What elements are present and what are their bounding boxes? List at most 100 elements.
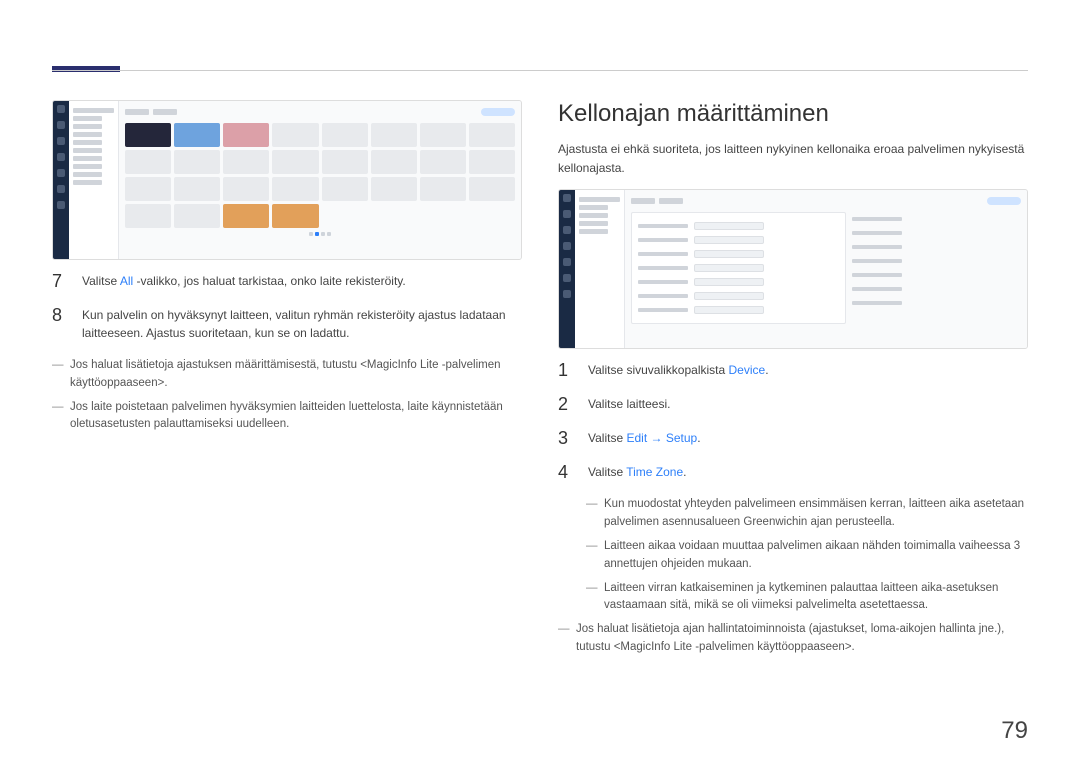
tree-item <box>73 116 102 121</box>
tree-item <box>73 172 102 177</box>
right-column: Kellonajan määrittäminen Ajastusta ei eh… <box>558 100 1028 743</box>
device-thumb <box>272 123 318 147</box>
page-dot <box>321 232 325 236</box>
note-item: ― Laitteen virran katkaiseminen ja kytke… <box>586 580 1028 616</box>
step-pre: Valitse sivuvalikkopalkista <box>588 363 729 377</box>
device-thumb <box>174 150 220 174</box>
nav-icon <box>563 242 571 250</box>
section-intro: Ajastusta ei ehkä suoriteta, jos laittee… <box>558 140 1028 177</box>
device-thumb <box>272 177 318 201</box>
page-number: 79 <box>1001 717 1028 745</box>
form-row <box>638 289 839 303</box>
form-row <box>638 275 839 289</box>
screenshot-device-grid <box>52 100 522 260</box>
list-row <box>852 296 1022 310</box>
form-row <box>638 233 839 247</box>
device-thumb <box>371 123 417 147</box>
dash-icon: ― <box>586 496 604 532</box>
section-title: Kellonajan määrittäminen <box>558 100 1028 128</box>
step-2: 2 Valitse laitteesi. <box>558 395 1028 415</box>
nav-icon <box>57 105 65 113</box>
form-row <box>638 303 839 317</box>
device-thumb <box>272 204 318 228</box>
pagination <box>125 232 515 240</box>
device-thumb <box>125 123 171 147</box>
list-row <box>852 282 1022 296</box>
note-item: ― Jos haluat lisätietoja ajan hallintato… <box>558 621 1028 657</box>
device-thumb <box>420 177 466 201</box>
step-text: Valitse Time Zone. <box>588 463 1028 483</box>
step-text: Valitse All -valikko, jos haluat tarkist… <box>82 272 522 292</box>
screenshot-time-setup <box>558 189 1028 349</box>
note-text: Kun muodostat yhteyden palvelimeen ensim… <box>604 496 1028 532</box>
step-pre: Valitse <box>82 274 120 288</box>
tree-item <box>73 156 102 161</box>
tree-item <box>73 140 102 145</box>
tree-item <box>579 213 608 218</box>
nav-icon <box>563 210 571 218</box>
note-text: Jos haluat lisätietoja ajan hallintatoim… <box>576 621 1028 657</box>
step-text: Valitse Edit → Setup. <box>588 429 1028 449</box>
device-thumb <box>272 150 318 174</box>
step-4: 4 Valitse Time Zone. <box>558 463 1028 483</box>
step-post: . <box>765 363 768 377</box>
tree-item <box>579 205 608 210</box>
link-time-zone: Time Zone <box>626 465 683 479</box>
note-text: Laitteen aikaa voidaan muuttaa palvelime… <box>604 538 1028 574</box>
link-setup: Setup <box>666 431 697 445</box>
nav-icon <box>563 226 571 234</box>
link-all: All <box>120 274 133 288</box>
nav-icon <box>563 290 571 298</box>
nav-icon <box>57 201 65 209</box>
right-endnote: ― Jos haluat lisätietoja ajan hallintato… <box>558 621 1028 657</box>
nav-icon <box>57 153 65 161</box>
device-thumb <box>174 123 220 147</box>
tree-item <box>579 229 608 234</box>
nav-icon <box>57 185 65 193</box>
app-tree-panel <box>575 190 625 348</box>
link-device: Device <box>729 363 766 377</box>
nav-icon <box>563 258 571 266</box>
form-panel <box>631 212 846 324</box>
step-8: 8 Kun palvelin on hyväksynyt laitteen, v… <box>52 306 522 343</box>
device-thumb <box>469 123 515 147</box>
note-item: ― Jos haluat lisätietoja ajastuksen määr… <box>52 357 522 393</box>
toolbar-label <box>631 198 655 204</box>
device-thumb <box>174 204 220 228</box>
nav-icon <box>57 169 65 177</box>
list-row <box>852 212 1022 226</box>
note-item: ― Jos laite poistetaan palvelimen hyväks… <box>52 399 522 435</box>
app-main-form <box>625 190 1027 348</box>
device-thumb <box>371 150 417 174</box>
toolbar-label <box>659 198 683 204</box>
toolbar-label <box>125 109 149 115</box>
note-item: ― Kun muodostat yhteyden palvelimeen ens… <box>586 496 1028 532</box>
step-number: 3 <box>558 429 572 449</box>
step-post: -valikko, jos haluat tarkistaa, onko lai… <box>133 274 406 288</box>
left-steps: 7 Valitse All -valikko, jos haluat tarki… <box>52 272 522 343</box>
tree-item <box>73 124 102 129</box>
step-number: 7 <box>52 272 66 292</box>
device-thumb <box>322 123 368 147</box>
nav-icon <box>563 274 571 282</box>
left-notes: ― Jos haluat lisätietoja ajastuksen määr… <box>52 357 522 434</box>
note-text: Jos laite poistetaan palvelimen hyväksym… <box>70 399 522 435</box>
list-row <box>852 240 1022 254</box>
note-text: Laitteen virran katkaiseminen ja kytkemi… <box>604 580 1028 616</box>
device-thumbnail-grid <box>125 123 515 228</box>
tree-item <box>73 132 102 137</box>
tree-item <box>73 108 114 113</box>
step-3: 3 Valitse Edit → Setup. <box>558 429 1028 449</box>
note-item: ― Laitteen aikaa voidaan muuttaa palveli… <box>586 538 1028 574</box>
dash-icon: ― <box>586 580 604 616</box>
device-thumb <box>174 177 220 201</box>
page-dot-active <box>315 232 319 236</box>
list-row <box>852 226 1022 240</box>
right-steps: 1 Valitse sivuvalikkopalkista Device. 2 … <box>558 361 1028 482</box>
form-row <box>638 247 839 261</box>
tree-item <box>73 180 102 185</box>
page-dot <box>327 232 331 236</box>
device-thumb <box>420 150 466 174</box>
nav-icon <box>563 194 571 202</box>
tree-item <box>579 221 608 226</box>
